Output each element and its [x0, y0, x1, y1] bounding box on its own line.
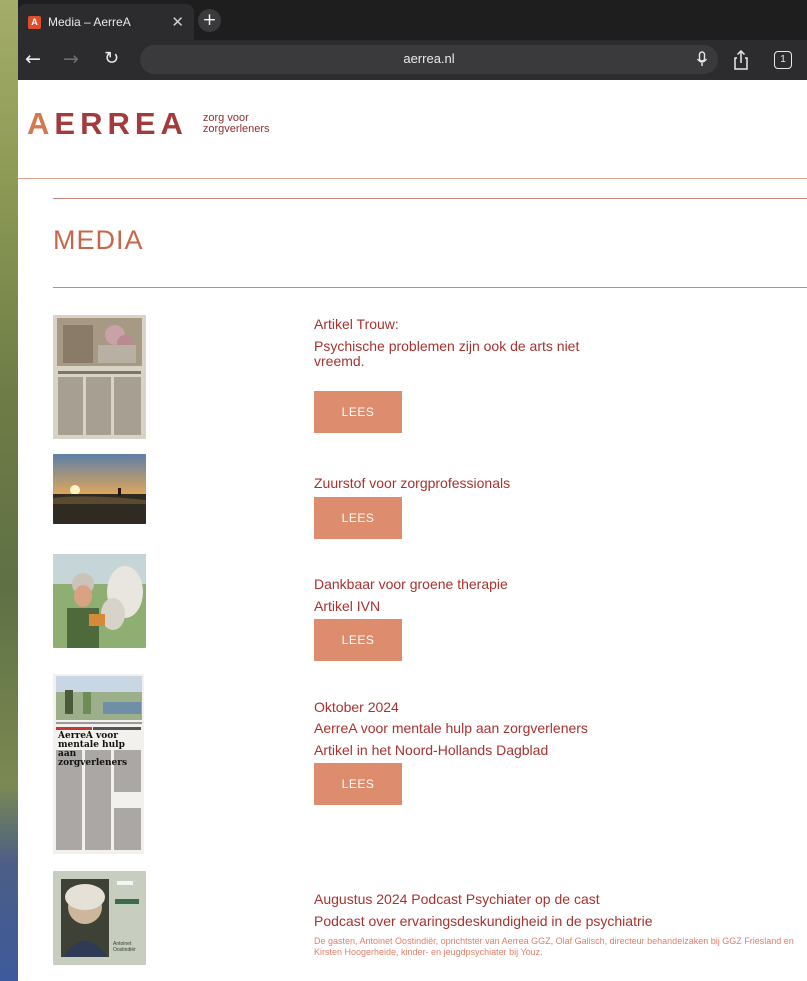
- page-content: AERREA zorg voor zorgverleners MEDIA Art…: [18, 80, 807, 981]
- back-arrow-icon[interactable]: ←: [25, 49, 41, 69]
- aerrea-favicon-icon: A: [28, 15, 41, 29]
- browser-toolbar: ← → ↻ aerrea.nl 1: [18, 40, 807, 80]
- share-icon[interactable]: [733, 50, 749, 70]
- forward-arrow-icon[interactable]: →: [63, 49, 79, 69]
- logo-tagline: zorg voor zorgverleners: [203, 113, 270, 135]
- site-logo[interactable]: AERREA zorg voor zorgverleners: [27, 106, 270, 142]
- lees-button-4[interactable]: LEES: [314, 763, 402, 805]
- logo-wordmark: AERREA: [27, 106, 188, 141]
- tab-overview-button[interactable]: 1: [774, 51, 792, 69]
- podcast-cover-thumbnail[interactable]: Antoinet Oostindiër: [53, 871, 146, 965]
- tab-bar: A Media – AerreA ✕ +: [18, 0, 807, 40]
- page-title: MEDIA: [53, 225, 144, 255]
- entry-4-subtitle: AerreA voor mentale hulp aan zorgverlene…: [314, 720, 588, 736]
- entry-3-subtitle: Artikel IVN: [314, 598, 381, 614]
- reload-icon[interactable]: ↻: [104, 49, 119, 69]
- entry-4-title: Oktober 2024: [314, 699, 399, 715]
- address-bar[interactable]: aerrea.nl: [140, 45, 718, 74]
- header-divider: [18, 178, 807, 179]
- entry-2-title: Zuurstof voor zorgprofessionals: [314, 475, 511, 491]
- podcast-cover-caption: Antoinet Oostindiër: [113, 941, 136, 953]
- newspaper-clipping-thumbnail[interactable]: [53, 315, 146, 439]
- entry-5-description: De gasten, Antoinet Oostindiër, oprichts…: [314, 936, 794, 957]
- entry-5-subtitle: Podcast over ervaringsdeskundigheid in d…: [314, 913, 653, 929]
- section-divider-bottom: [53, 287, 807, 288]
- entry-5-title: Augustus 2024 Podcast Psychiater op de c…: [314, 891, 600, 907]
- url-text: aerrea.nl: [403, 51, 455, 66]
- thumbnail-headline: AerreA voor mentale hulp aan zorgverlene…: [58, 731, 128, 768]
- lees-button-1[interactable]: LEES: [314, 391, 402, 433]
- horse-therapy-thumbnail[interactable]: [53, 554, 146, 648]
- browser-tab[interactable]: A Media – AerreA ✕: [18, 4, 194, 40]
- entry-1-subtitle-cont: vreemd.: [314, 353, 365, 369]
- microphone-icon[interactable]: [696, 51, 708, 68]
- close-tab-icon[interactable]: ✕: [171, 13, 184, 31]
- tagline-line-2: zorgverleners: [202, 123, 270, 135]
- entry-4-subtitle-2: Artikel in het Noord-Hollands Dagblad: [314, 742, 549, 758]
- newspaper-article-thumbnail[interactable]: AerreA voor mentale hulp aan zorgverlene…: [53, 674, 144, 854]
- sunset-landscape-thumbnail[interactable]: [53, 454, 146, 524]
- browser-window: A Media – AerreA ✕ + ← → ↻ aerrea.nl 1 A…: [18, 0, 807, 981]
- new-tab-button[interactable]: +: [198, 9, 221, 32]
- lees-button-2[interactable]: LEES: [314, 497, 402, 539]
- tab-title: Media – AerreA: [48, 15, 131, 29]
- entry-1-title: Artikel Trouw:: [314, 316, 399, 332]
- lees-button-3[interactable]: LEES: [314, 619, 402, 661]
- section-divider-top: [53, 198, 807, 199]
- entry-3-title: Dankbaar voor groene therapie: [314, 576, 508, 592]
